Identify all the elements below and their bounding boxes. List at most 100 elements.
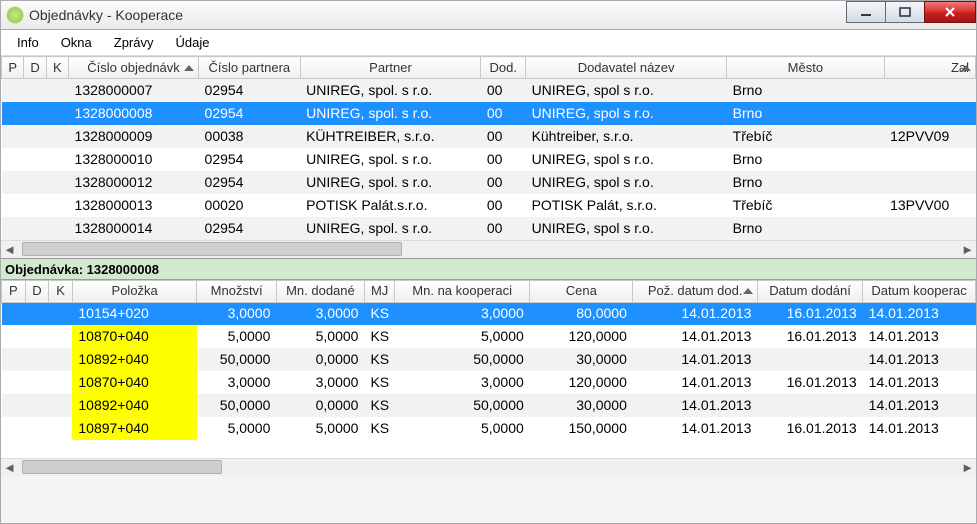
cell (25, 417, 49, 440)
scroll-right-icon[interactable]: ► (959, 459, 976, 476)
dcol-mn-dodane[interactable]: Mn. dodané (276, 280, 364, 302)
dcol-k[interactable]: K (49, 280, 73, 302)
dcol-poz-datum[interactable]: Pož. datum dod. (633, 280, 758, 302)
orders-hscroll[interactable]: ◄ ► (1, 240, 976, 258)
dcol-mj[interactable]: MJ (364, 280, 394, 302)
orders-grid[interactable]: P D K Číslo objednávk Číslo partnera Par… (1, 56, 976, 240)
menu-okna[interactable]: Okna (51, 33, 102, 52)
dcol-polozka[interactable]: Položka (72, 280, 197, 302)
table-row[interactable]: 10870+0405,00005,0000KS5,0000120,000014.… (2, 325, 976, 348)
cell: 3,0000 (395, 371, 530, 394)
cell (49, 417, 73, 440)
dcol-mn-koop[interactable]: Mn. na kooperaci (395, 280, 530, 302)
cell: KS (364, 394, 394, 417)
cell (2, 371, 26, 394)
cell (884, 79, 975, 102)
cell (25, 348, 49, 371)
dcol-mnozstvi[interactable]: Množství (197, 280, 276, 302)
scroll-thumb[interactable] (22, 460, 222, 474)
dcol-d[interactable]: D (25, 280, 49, 302)
cell (24, 148, 46, 171)
table-row[interactable]: 132800000900038KÜHTREIBER, s.r.o.00Kühtr… (2, 125, 976, 148)
cell (49, 325, 73, 348)
col-mesto[interactable]: Město (727, 57, 884, 79)
scroll-track[interactable] (18, 241, 959, 258)
cell: 16.01.2013 (757, 371, 862, 394)
cell: 10892+040 (72, 348, 197, 371)
cell (2, 102, 24, 125)
dcol-cena[interactable]: Cena (530, 280, 633, 302)
cell: 14.01.2013 (633, 348, 758, 371)
cell: 16.01.2013 (757, 417, 862, 440)
cell: 14.01.2013 (863, 371, 976, 394)
cell (25, 371, 49, 394)
col-zal[interactable]: Zal (884, 57, 975, 79)
cell: 3,0000 (197, 371, 276, 394)
orders-grid-wrap: P D K Číslo objednávk Číslo partnera Par… (1, 56, 976, 240)
detail-grid[interactable]: P D K Položka Množství Mn. dodané MJ Mn.… (1, 280, 976, 441)
cell (2, 394, 26, 417)
table-row[interactable]: 132800001300020POTISK Palát.s.r.o.00POTI… (2, 194, 976, 217)
col-dod[interactable]: Dod. (481, 57, 526, 79)
menu-info[interactable]: Info (7, 33, 49, 52)
dcol-p[interactable]: P (2, 280, 26, 302)
cell (24, 125, 46, 148)
table-row[interactable]: 10870+0403,00003,0000KS3,0000120,000014.… (2, 371, 976, 394)
cell (24, 102, 46, 125)
dcol-datum-dodani[interactable]: Datum dodání (757, 280, 862, 302)
cell: 50,0000 (197, 394, 276, 417)
col-partner[interactable]: Partner (300, 57, 481, 79)
cell (2, 125, 24, 148)
scroll-left-icon[interactable]: ◄ (1, 241, 18, 258)
col-cislo-obj[interactable]: Číslo objednávk (69, 57, 199, 79)
cell: POTISK Palát.s.r.o. (300, 194, 481, 217)
table-row[interactable]: 132800000702954UNIREG, spol. s r.o.00UNI… (2, 79, 976, 102)
scroll-left-icon[interactable]: ◄ (1, 459, 18, 476)
table-row[interactable]: 132800001402954UNIREG, spol. s r.o.00UNI… (2, 217, 976, 240)
col-d[interactable]: D (24, 57, 46, 79)
table-row[interactable]: 132800001002954UNIREG, spol. s r.o.00UNI… (2, 148, 976, 171)
cell: UNIREG, spol s r.o. (526, 102, 727, 125)
table-row[interactable]: 10154+0203,00003,0000KS3,000080,000014.0… (2, 302, 976, 325)
cell: 5,0000 (197, 417, 276, 440)
cell: 14.01.2013 (633, 325, 758, 348)
cell: 13PVV00 (884, 194, 975, 217)
cell: Třebíč (727, 125, 884, 148)
maximize-button[interactable] (885, 1, 925, 23)
cell: 02954 (199, 148, 301, 171)
scroll-track[interactable] (18, 459, 959, 476)
cell: Brno (727, 79, 884, 102)
cell: UNIREG, spol s r.o. (526, 217, 727, 240)
titlebar[interactable]: Objednávky - Kooperace (0, 0, 977, 30)
close-button[interactable] (924, 1, 976, 23)
menu-udaje[interactable]: Údaje (166, 33, 220, 52)
table-row[interactable]: 10892+04050,00000,0000KS50,000030,000014… (2, 394, 976, 417)
cell: Brno (727, 217, 884, 240)
table-row[interactable]: 10897+0405,00005,0000KS5,0000150,000014.… (2, 417, 976, 440)
minimize-button[interactable] (846, 1, 886, 23)
cell: 0,0000 (276, 394, 364, 417)
cell: Brno (727, 171, 884, 194)
cell: 02954 (199, 171, 301, 194)
col-cislo-part[interactable]: Číslo partnera (199, 57, 301, 79)
cell: 16.01.2013 (757, 302, 862, 325)
window-title: Objednávky - Kooperace (29, 7, 183, 23)
cell: 150,0000 (530, 417, 633, 440)
menu-zpravy[interactable]: Zprávy (104, 33, 164, 52)
table-row[interactable]: 10892+04050,00000,0000KS50,000030,000014… (2, 348, 976, 371)
scroll-right-icon[interactable]: ► (959, 241, 976, 258)
cell (2, 302, 26, 325)
dcol-datum-koop[interactable]: Datum kooperac (863, 280, 976, 302)
menubar: Info Okna Zprávy Údaje (1, 30, 976, 56)
cell: 00 (481, 171, 526, 194)
table-row[interactable]: 132800000802954UNIREG, spol. s r.o.00UNI… (2, 102, 976, 125)
cell: 30,0000 (530, 394, 633, 417)
cell: 1328000009 (69, 125, 199, 148)
cell: Brno (727, 148, 884, 171)
table-row[interactable]: 132800001202954UNIREG, spol. s r.o.00UNI… (2, 171, 976, 194)
scroll-thumb[interactable] (22, 242, 402, 256)
col-p[interactable]: P (2, 57, 24, 79)
col-dodavatel[interactable]: Dodavatel název (526, 57, 727, 79)
col-k[interactable]: K (46, 57, 68, 79)
detail-hscroll[interactable]: ◄ ► (1, 458, 976, 476)
